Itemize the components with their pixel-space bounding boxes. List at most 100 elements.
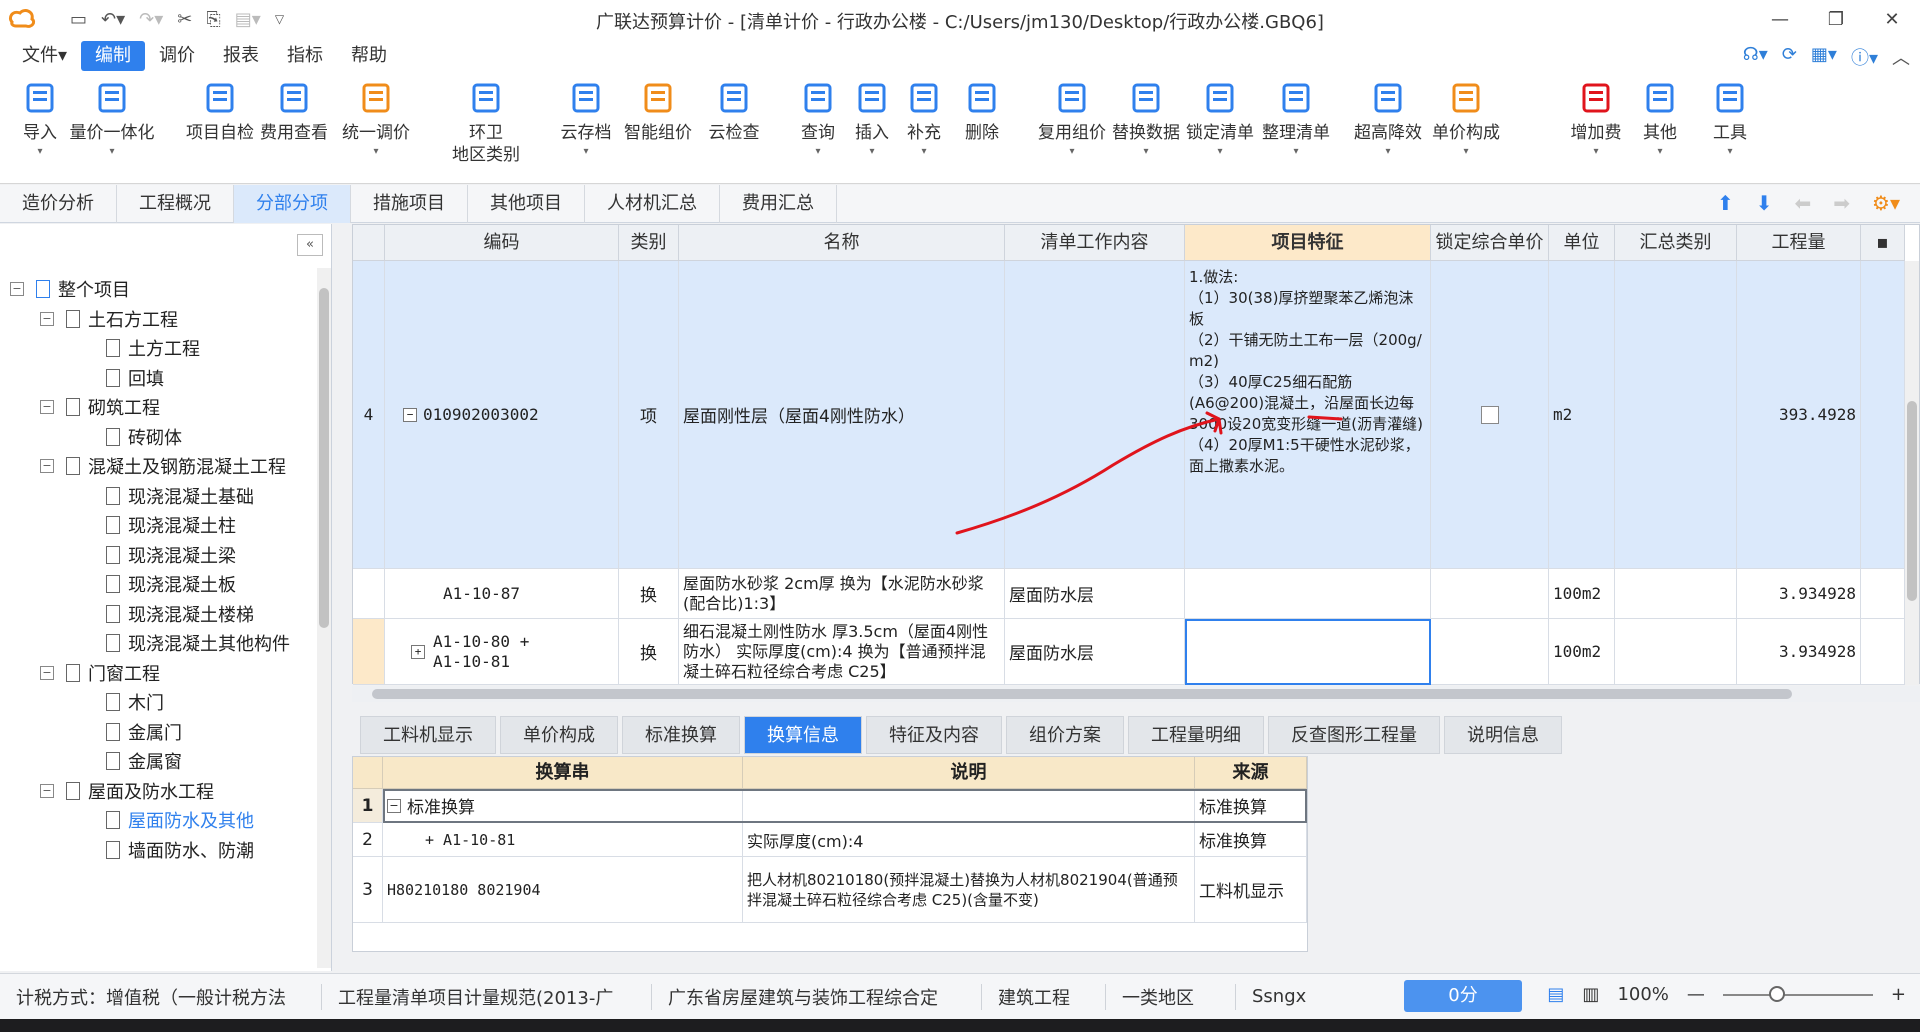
tree-node[interactable]: − 整个项目 xyxy=(10,274,130,304)
menu-index[interactable]: 指标 xyxy=(273,41,337,71)
row-name[interactable]: 细石混凝土刚性防水 厚3.5cm（屋面4刚性防水） 实际厚度(cm):4 换为【… xyxy=(679,619,1005,685)
menu-edit[interactable]: 编制 xyxy=(81,41,146,71)
status-quota[interactable]: 广东省房屋建筑与装饰工程综合定 xyxy=(652,983,982,1010)
tree-node[interactable]: − 混凝土及钢筋混凝土工程 xyxy=(40,451,286,481)
grid-hscroll-thumb[interactable] xyxy=(372,689,1792,699)
tree-node[interactable]: 土方工程 xyxy=(106,333,200,363)
tab-standard-conversion[interactable]: 标准换算 xyxy=(622,716,740,754)
tree-node[interactable]: 现浇混凝土基础 xyxy=(106,481,254,511)
header-lock-price[interactable]: 锁定综合单价 xyxy=(1431,225,1549,261)
ribbon-button-12[interactable]: 删除 xyxy=(942,80,1022,144)
tab-pricing-scheme[interactable]: 组价方案 xyxy=(1006,716,1124,754)
tree-node[interactable]: 砖砌体 xyxy=(106,422,182,452)
collapse-ribbon-icon[interactable]: ︿ xyxy=(1892,44,1910,70)
row-summary-category[interactable] xyxy=(1615,569,1737,619)
conv-row-string[interactable]: + A1-10-81 xyxy=(383,823,743,857)
tab-measures[interactable]: 措施项目 xyxy=(351,185,468,223)
split-view-icon[interactable]: ▥ xyxy=(1582,984,1599,1005)
row-quantity[interactable]: 3.934928 xyxy=(1737,569,1861,619)
tab-cost-analysis[interactable]: 造价分析 xyxy=(0,185,117,223)
tree-node[interactable]: − 屋面及防水工程 xyxy=(40,776,214,806)
header-name[interactable]: 名称 xyxy=(679,225,1005,261)
menu-adjust-price[interactable]: 调价 xyxy=(145,41,209,71)
collapse-node-icon[interactable]: − xyxy=(40,311,54,326)
tree-node[interactable]: 现浇混凝土梁 xyxy=(106,540,236,570)
menu-file[interactable]: 文件▾ xyxy=(8,41,81,71)
menu-report[interactable]: 报表 xyxy=(209,41,273,71)
tree-node[interactable]: − 门窗工程 xyxy=(40,658,160,688)
tab-features-content[interactable]: 特征及内容 xyxy=(866,716,1002,754)
zoom-out-icon[interactable]: — xyxy=(1687,984,1705,1005)
filter-settings-icon[interactable]: ⚙▾ xyxy=(1872,191,1900,215)
tree-node[interactable]: − 砌筑工程 xyxy=(40,392,160,422)
header-quantity[interactable]: 工程量 xyxy=(1737,225,1861,261)
header-feature[interactable]: 项目特征 xyxy=(1185,225,1431,261)
row-work-content[interactable]: 屋面防水层 xyxy=(1005,569,1185,619)
collapse-node-icon[interactable]: − xyxy=(40,400,54,414)
ribbon-button-21[interactable]: 工具 ▾ xyxy=(1690,80,1770,157)
menu-help[interactable]: 帮助 xyxy=(337,41,401,71)
ribbon-button-8[interactable]: 云检查 xyxy=(694,80,774,144)
tab-conversion-info[interactable]: 换算信息 xyxy=(744,716,862,754)
tab-labor-material-display[interactable]: 工料机显示 xyxy=(360,716,496,754)
tree-node[interactable]: 金属窗 xyxy=(106,746,182,776)
tree-node[interactable]: 回填 xyxy=(106,363,164,393)
info-icon[interactable]: ⓘ▾ xyxy=(1851,44,1878,70)
tab-description-info[interactable]: 说明信息 xyxy=(1444,716,1562,754)
ribbon-button-1[interactable]: 量价一体化 ▾ xyxy=(70,80,155,157)
row-quantity[interactable]: 3.934928 xyxy=(1737,619,1861,685)
row-feature-editing[interactable] xyxy=(1185,619,1431,685)
grid-scrollbar[interactable] xyxy=(1905,261,1919,685)
paste-icon[interactable]: ▤▾ xyxy=(235,9,261,30)
tree-node[interactable]: 屋面防水及其他 xyxy=(106,805,254,835)
conv-row-string-cell[interactable]: − 标准换算 xyxy=(383,789,743,823)
status-tax-method[interactable]: 计税方式：增值税（一般计税方法 xyxy=(0,983,322,1010)
ribbon-button-0[interactable]: 导入 ▾ xyxy=(0,80,80,157)
ribbon-button-17[interactable]: 超高降效 ▾ xyxy=(1348,80,1428,157)
tree-node[interactable]: − 土石方工程 xyxy=(40,304,178,334)
row-quantity[interactable]: 393.4928 xyxy=(1737,261,1861,569)
row-feature[interactable] xyxy=(1185,569,1431,619)
collapse-node-icon[interactable]: − xyxy=(40,783,54,798)
collapse-node-icon[interactable]: − xyxy=(40,665,54,680)
row-summary-category[interactable] xyxy=(1615,619,1737,685)
close-button[interactable]: ✕ xyxy=(1864,0,1920,38)
ribbon-button-18[interactable]: 单价构成 ▾ xyxy=(1426,80,1506,157)
tab-other-items[interactable]: 其他项目 xyxy=(468,185,585,223)
tree-node[interactable]: 现浇混凝土板 xyxy=(106,569,236,599)
row-code-cell[interactable]: − 010902003002 xyxy=(385,261,619,569)
tree-scroll-thumb[interactable] xyxy=(319,288,329,628)
ribbon-button-7[interactable]: 智能组价 xyxy=(618,80,698,144)
collapse-conv-icon[interactable]: − xyxy=(387,798,401,813)
row-work-content[interactable]: 屋面防水层 xyxy=(1005,619,1185,685)
copy-icon[interactable]: ⎘ xyxy=(206,9,220,30)
conv-row-string[interactable]: H80210180 8021904 xyxy=(383,857,743,923)
cut-icon[interactable]: ✂ xyxy=(177,9,192,30)
move-right-icon[interactable]: ➡ xyxy=(1833,191,1850,215)
tab-fee-summary[interactable]: 费用汇总 xyxy=(720,185,837,223)
ribbon-button-3[interactable]: 费用查看 xyxy=(254,80,334,144)
expand-row-icon[interactable]: + xyxy=(411,644,425,659)
headset-icon[interactable]: ☊▾ xyxy=(1743,44,1768,70)
customize-qa-icon[interactable]: ▽ xyxy=(275,12,284,26)
ribbon-button-14[interactable]: 替换数据 ▾ xyxy=(1106,80,1186,157)
collapse-node-icon[interactable]: − xyxy=(40,459,54,473)
header-unit[interactable]: 单位 xyxy=(1549,225,1615,261)
tab-sub-items[interactable]: 分部分项 xyxy=(234,185,351,223)
header-summary-category[interactable]: 汇总类别 xyxy=(1615,225,1737,261)
status-spec[interactable]: 工程量清单项目计量规范(2013-广 xyxy=(322,983,652,1010)
view-toggle-icon[interactable]: ▤ xyxy=(1547,984,1564,1005)
grid-horizontal-scrollbar[interactable] xyxy=(352,686,1920,702)
row-code-cell[interactable]: + A1-10-80 + A1-10-81 xyxy=(385,619,619,685)
collapse-node-icon[interactable]: − xyxy=(10,282,24,296)
zoom-slider-knob[interactable] xyxy=(1768,985,1785,1002)
save-icon[interactable]: ▭ xyxy=(70,9,87,30)
tab-quantity-details[interactable]: 工程量明细 xyxy=(1128,716,1264,754)
tree-node[interactable]: 木门 xyxy=(106,687,164,717)
tree-node[interactable]: 墙面防水、防潮 xyxy=(106,835,254,865)
zoom-slider[interactable] xyxy=(1722,985,1873,1002)
header-code[interactable]: 编码 xyxy=(385,225,619,261)
sync-icon[interactable]: ⟳ xyxy=(1782,44,1797,70)
move-left-icon[interactable]: ⬅ xyxy=(1795,191,1812,215)
tree-node[interactable]: 金属门 xyxy=(106,717,182,747)
